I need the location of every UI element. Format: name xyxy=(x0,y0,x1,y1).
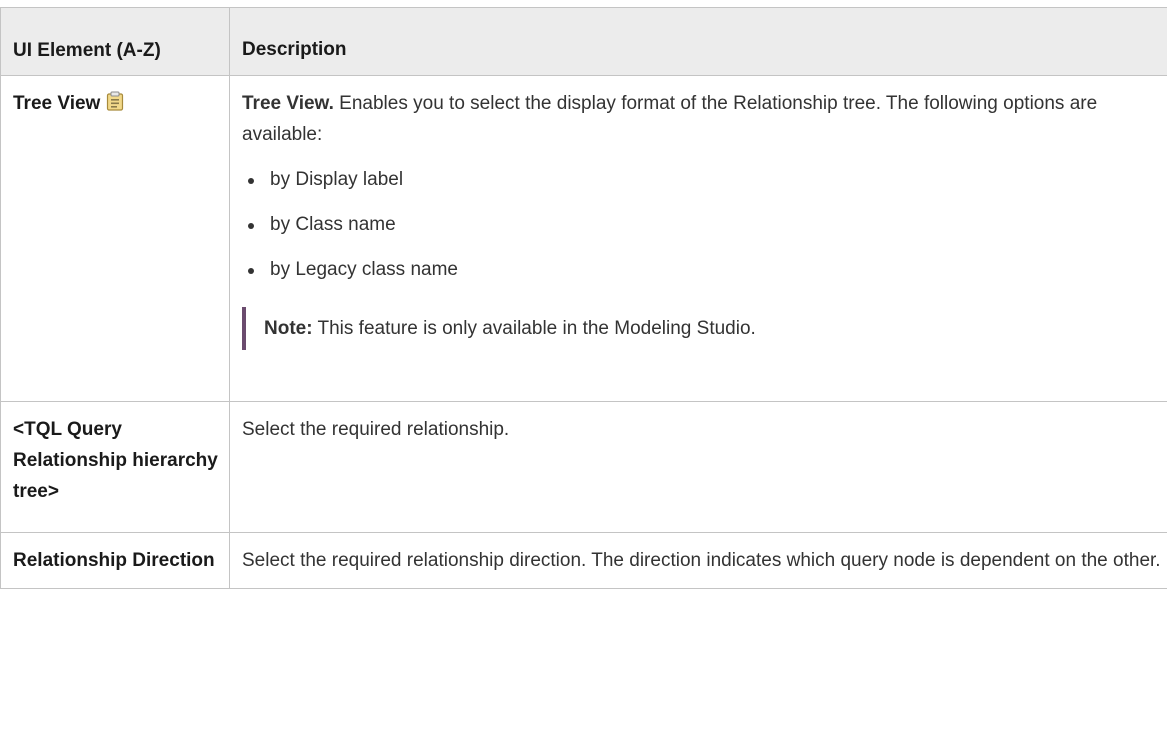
column-header-description: Description xyxy=(229,7,1167,76)
description-text: Tree View. Enables you to select the dis… xyxy=(242,88,1165,150)
element-cell-tree-view: Tree View xyxy=(0,75,230,402)
description-lead: Tree View. xyxy=(242,93,334,114)
tree-view-tag-icon[interactable] xyxy=(106,90,124,121)
element-name: Tree View xyxy=(13,93,101,114)
table-header-row: UI Element (A-Z) Description xyxy=(0,7,1167,76)
note-text: This feature is only available in the Mo… xyxy=(312,318,756,339)
bullet-icon xyxy=(248,223,254,229)
element-cell-relationship-direction: Relationship Direction xyxy=(0,532,230,589)
description-cell-tree-view: Tree View. Enables you to select the dis… xyxy=(229,75,1167,402)
table-row: <TQL Query Relationship hierarchy tree> … xyxy=(0,401,1167,533)
option-label: by Legacy class name xyxy=(270,259,458,280)
option-label: by Class name xyxy=(270,214,396,235)
bullet-icon xyxy=(248,178,254,184)
note-label: Note: xyxy=(264,318,313,339)
column-header-ui-element: UI Element (A-Z) xyxy=(0,7,230,76)
ui-elements-table: UI Element (A-Z) Description Tree View T… xyxy=(0,7,1167,589)
list-item: by Class name xyxy=(242,209,1165,240)
note-callout: Note: This feature is only available in … xyxy=(242,307,1165,350)
description-body: Enables you to select the display format… xyxy=(242,93,1098,145)
option-label: by Display label xyxy=(270,169,404,190)
table-row: Relationship Direction Select the requir… xyxy=(0,532,1167,589)
element-cell-tql-query-tree: <TQL Query Relationship hierarchy tree> xyxy=(0,401,230,533)
list-item: by Legacy class name xyxy=(242,254,1165,285)
description-cell-tql-query-tree: Select the required relationship. xyxy=(229,401,1167,533)
table-row: Tree View Tree View. Enables you to sele… xyxy=(0,75,1167,402)
description-cell-relationship-direction: Select the required relationship directi… xyxy=(229,532,1167,589)
bullet-icon xyxy=(248,268,254,274)
list-item: by Display label xyxy=(242,164,1165,195)
options-list: by Display label by Class name by Legacy… xyxy=(242,164,1165,285)
